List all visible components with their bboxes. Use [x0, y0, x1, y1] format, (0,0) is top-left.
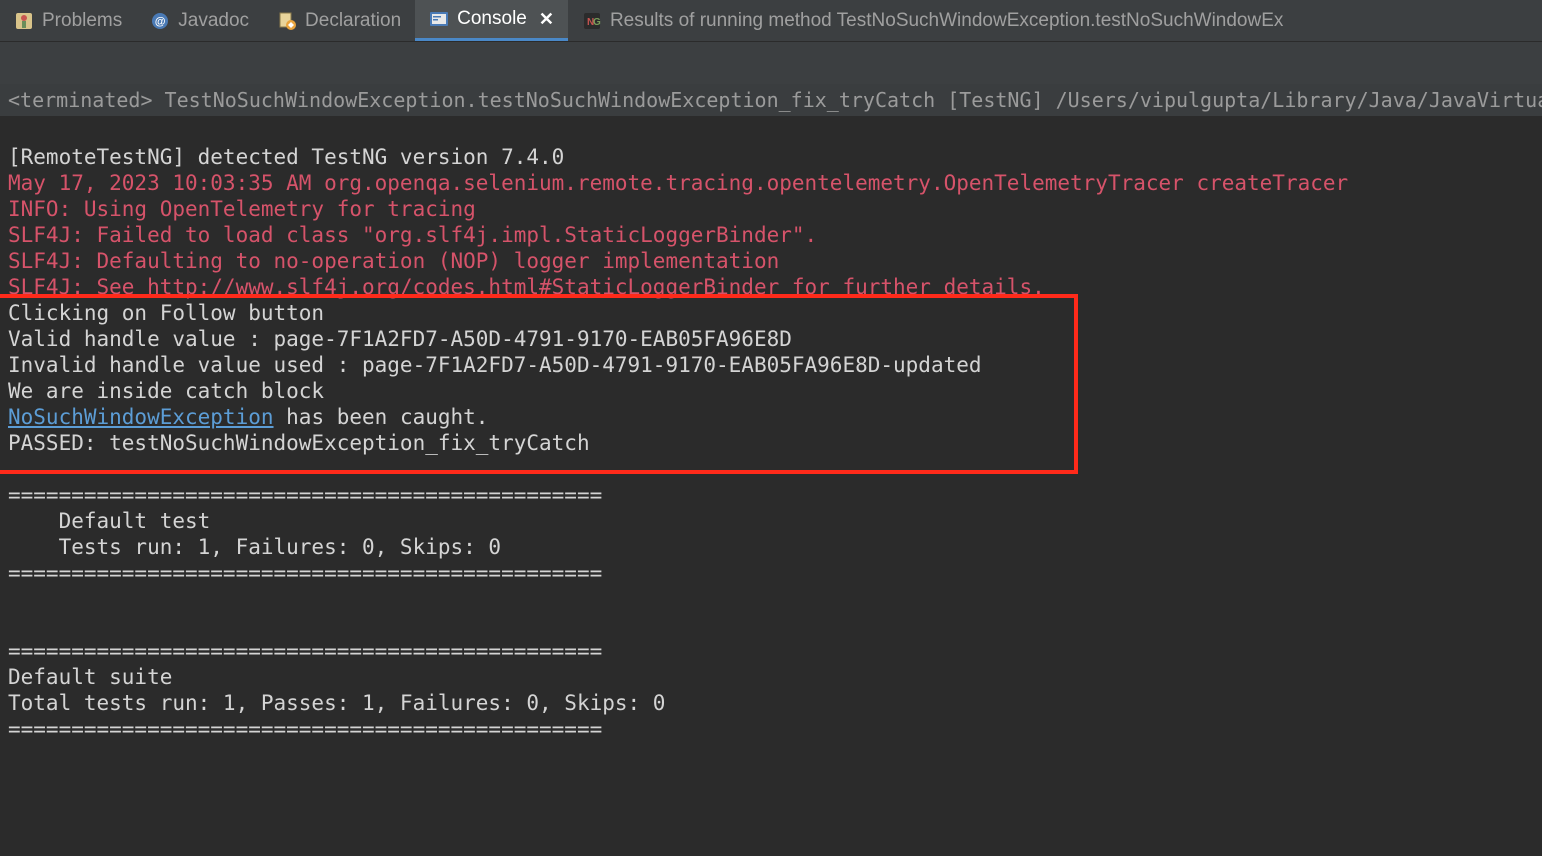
console-line-stderr: SLF4J: Failed to load class "org.slf4j.i… [8, 223, 817, 247]
console-line: has been caught. [274, 405, 489, 429]
console-line: Total tests run: 1, Passes: 1, Failures:… [8, 691, 665, 715]
declaration-icon [277, 11, 297, 31]
console-line: ========================================… [8, 717, 602, 741]
console-line: ========================================… [8, 639, 602, 663]
console-line: We are inside catch block [8, 379, 324, 403]
console-line: Default test [8, 509, 210, 533]
tab-javadoc[interactable]: @ Javadoc [136, 0, 263, 41]
svg-text:G: G [593, 17, 601, 28]
console-toolbar [0, 42, 1542, 84]
console-line: ========================================… [8, 483, 602, 507]
console-line: Default suite [8, 665, 172, 689]
javadoc-icon: @ [150, 11, 170, 31]
console-line: Clicking on Follow button [8, 301, 324, 325]
view-tab-bar: Problems @ Javadoc Declaration [0, 0, 1542, 42]
console-line: PASSED: testNoSuchWindowException_fix_tr… [8, 431, 590, 455]
console-line-stderr: INFO: Using OpenTelemetry for tracing [8, 197, 476, 221]
tab-console[interactable]: Console ✕ [415, 0, 568, 41]
testng-icon: N G [582, 11, 602, 31]
console-line: [RemoteTestNG] detected TestNG version 7… [8, 145, 564, 169]
console-output[interactable]: [RemoteTestNG] detected TestNG version 7… [0, 116, 1542, 770]
console-line: Tests run: 1, Failures: 0, Skips: 0 [8, 535, 501, 559]
tab-results[interactable]: N G Results of running method TestNoSuch… [568, 0, 1297, 41]
console-icon [429, 9, 449, 29]
terminated-status: <terminated> TestNoSuchWindowException.t… [0, 84, 1542, 116]
console-line: Valid handle value : page-7F1A2FD7-A50D-… [8, 327, 792, 351]
console-line-stderr: May 17, 2023 10:03:35 AM org.openqa.sele… [8, 171, 1348, 195]
tab-results-label: Results of running method TestNoSuchWind… [610, 10, 1283, 32]
exception-link[interactable]: NoSuchWindowException [8, 405, 274, 429]
tab-javadoc-label: Javadoc [178, 10, 249, 32]
console-line-stderr: SLF4J: Defaulting to no-operation (NOP) … [8, 249, 779, 273]
tab-problems[interactable]: Problems [0, 0, 136, 41]
tab-declaration[interactable]: Declaration [263, 0, 415, 41]
console-line: Invalid handle value used : page-7F1A2FD… [8, 353, 982, 377]
tab-problems-label: Problems [42, 10, 122, 32]
close-icon[interactable]: ✕ [539, 9, 554, 30]
console-line-stderr: SLF4J: See http://www.slf4j.org/codes.ht… [8, 275, 1045, 299]
svg-text:@: @ [155, 16, 166, 28]
tab-console-label: Console [457, 8, 527, 30]
problems-icon [14, 11, 34, 31]
console-line: ========================================… [8, 561, 602, 585]
tab-declaration-label: Declaration [305, 10, 401, 32]
